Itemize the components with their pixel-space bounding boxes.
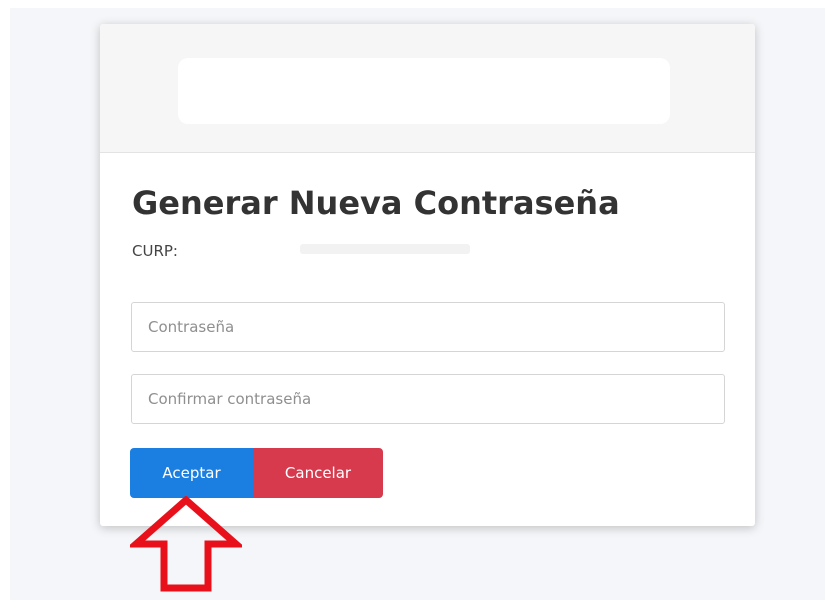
top-strip — [0, 0, 825, 8]
logo-placeholder — [178, 58, 670, 124]
password-input[interactable] — [131, 302, 725, 352]
curp-value-redacted — [300, 244, 470, 254]
card-header — [100, 24, 755, 153]
accept-button[interactable]: Aceptar — [130, 448, 253, 498]
curp-label: CURP: — [132, 242, 178, 260]
page-title: Generar Nueva Contraseña — [132, 184, 620, 222]
page: Generar Nueva Contraseña CURP: Aceptar C… — [0, 0, 825, 600]
password-reset-card: Generar Nueva Contraseña CURP: Aceptar C… — [100, 24, 755, 526]
up-arrow-icon — [130, 496, 242, 592]
arrow-shape — [130, 496, 242, 592]
cancel-button[interactable]: Cancelar — [253, 448, 383, 498]
confirm-password-input[interactable] — [131, 374, 725, 424]
